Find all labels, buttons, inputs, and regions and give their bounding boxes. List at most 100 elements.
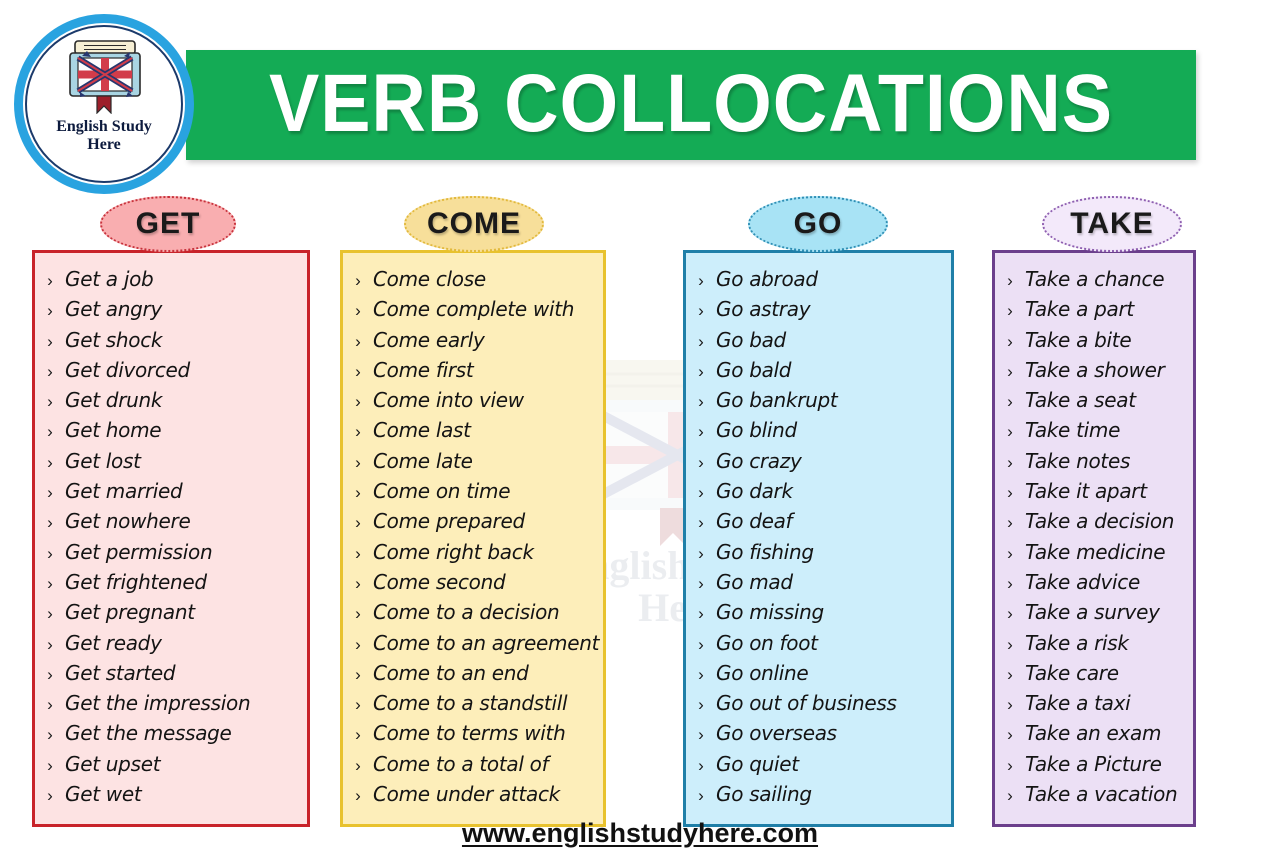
collocation-item: › Take a taxi (995, 691, 1193, 721)
chevron-right-icon: › (47, 755, 53, 775)
collocation-label: Get married (65, 479, 183, 504)
collocation-item: › Go out of business (686, 691, 951, 721)
collocation-item: › Take advice (995, 570, 1193, 600)
chevron-right-icon: › (47, 786, 53, 806)
collocation-label: Take a risk (1025, 630, 1129, 655)
collocation-label: Come to an end (373, 660, 529, 685)
chevron-right-icon: › (698, 452, 704, 472)
collocation-item: › Take medicine (995, 540, 1193, 570)
collocation-label: Come last (373, 418, 471, 443)
collocation-label: Take advice (1025, 569, 1140, 594)
collocation-item: › Take a Picture (995, 752, 1193, 782)
collocation-label: Go missing (716, 600, 824, 625)
collocation-label: Take a taxi (1025, 691, 1131, 716)
chevron-right-icon: › (47, 634, 53, 654)
collocation-item: › Get frightened (35, 570, 307, 600)
collocation-item: › Go overseas (686, 721, 951, 751)
chevron-right-icon: › (47, 573, 53, 593)
collocation-item: › Come to a standstill (343, 691, 603, 721)
chevron-right-icon: › (1007, 452, 1013, 472)
collocation-item: › Get a job (35, 267, 307, 297)
chevron-right-icon: › (698, 755, 704, 775)
collocation-label: Get home (65, 418, 162, 443)
chevron-right-icon: › (1007, 604, 1013, 624)
collocation-label: Take a chance (1025, 267, 1165, 291)
collocation-item: › Go dark (686, 479, 951, 509)
column-heading-take: TAKE (1042, 196, 1182, 252)
collocation-label: Get angry (65, 297, 162, 322)
chevron-right-icon: › (47, 422, 53, 442)
collocation-label: Take time (1025, 418, 1121, 443)
collocation-label: Take a survey (1025, 600, 1160, 625)
collocation-item: › Get married (35, 479, 307, 509)
chevron-right-icon: › (355, 361, 361, 381)
collocation-label: Get drunk (65, 388, 163, 413)
collocation-label: Come early (373, 327, 485, 352)
chevron-right-icon: › (47, 331, 53, 351)
chevron-right-icon: › (1007, 301, 1013, 321)
chevron-right-icon: › (355, 543, 361, 563)
collocation-item: › Come complete with (343, 297, 603, 327)
chevron-right-icon: › (47, 452, 53, 472)
collocation-item: › Come to a decision (343, 600, 603, 630)
chevron-right-icon: › (698, 695, 704, 715)
collocation-item: › Come to an agreement (343, 631, 603, 661)
collocation-item: › Go blind (686, 418, 951, 448)
column-heading-go: GO (748, 196, 888, 252)
collocation-label: Take a decision (1025, 509, 1175, 534)
collocation-label: Come into view (373, 388, 524, 413)
collocation-label: Go deaf (716, 509, 793, 534)
collocation-item: › Get drunk (35, 388, 307, 418)
chevron-right-icon: › (1007, 543, 1013, 563)
website-url[interactable]: www.englishstudyhere.com (462, 818, 818, 848)
collocation-item: › Go quiet (686, 752, 951, 782)
chevron-right-icon: › (355, 271, 361, 290)
collocation-item: › Take a shower (995, 358, 1193, 388)
collocation-label: Get wet (65, 782, 142, 807)
collocation-label: Go dark (716, 479, 793, 504)
collocation-item: › Take a decision (995, 509, 1193, 539)
collocation-item: › Take time (995, 418, 1193, 448)
chevron-right-icon: › (698, 301, 704, 321)
collocation-label: Come close (373, 267, 486, 291)
collocation-item: › Go bankrupt (686, 388, 951, 418)
chevron-right-icon: › (47, 301, 53, 321)
chevron-right-icon: › (355, 634, 361, 654)
collocation-label: Come first (373, 357, 474, 382)
collocation-item: › Go deaf (686, 509, 951, 539)
chevron-right-icon: › (1007, 634, 1013, 654)
collocation-item: › Take a seat (995, 388, 1193, 418)
collocation-label: Go quiet (716, 751, 799, 776)
chevron-right-icon: › (698, 604, 704, 624)
collocation-item: › Go astray (686, 297, 951, 327)
collocation-list-go: › Go abroad › Go astray › Go bad › Go bald › Go b… (683, 250, 954, 828)
collocation-item: › Take a vacation (995, 782, 1193, 812)
collocation-item: › Get shock (35, 328, 307, 358)
site-logo: English Study Here (14, 14, 194, 194)
collocation-item: › Take a part (995, 297, 1193, 327)
collocation-label: Get upset (65, 751, 161, 776)
column-heading-label: GET (135, 207, 201, 240)
collocation-label: Come late (373, 448, 473, 473)
collocation-label: Go bankrupt (716, 388, 838, 413)
collocation-item: › Come to terms with (343, 721, 603, 751)
chevron-right-icon: › (47, 695, 53, 715)
collocation-item: › Take a bite (995, 328, 1193, 358)
chevron-right-icon: › (47, 361, 53, 381)
chevron-right-icon: › (47, 271, 53, 290)
collocation-item: › Go crazy (686, 449, 951, 479)
chevron-right-icon: › (698, 513, 704, 533)
chevron-right-icon: › (47, 513, 53, 533)
collocation-item: › Get divorced (35, 358, 307, 388)
page-title: VERB COLLOCATIONS (268, 58, 1114, 149)
chevron-right-icon: › (47, 725, 53, 745)
chevron-right-icon: › (355, 513, 361, 533)
collocation-item: › Go abroad (686, 267, 951, 297)
collocation-label: Get permission (65, 539, 213, 564)
collocation-label: Go blind (716, 418, 797, 443)
collocation-label: Come second (373, 569, 506, 594)
collocation-item: › Get the message (35, 721, 307, 751)
collocation-label: Go on foot (716, 630, 818, 655)
collocation-label: Go astray (716, 297, 811, 322)
collocation-list-get: › Get a job › Get angry › Get shock › Get divor… (32, 250, 310, 828)
